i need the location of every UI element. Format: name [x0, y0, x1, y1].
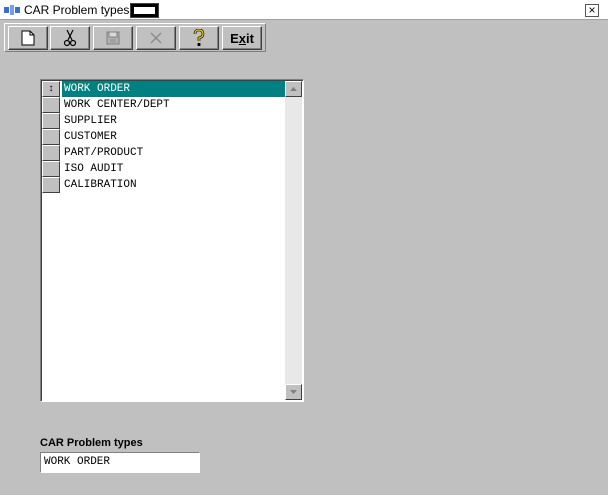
- row-selector[interactable]: [42, 161, 60, 177]
- row-selector[interactable]: [42, 113, 60, 129]
- list-item-label[interactable]: WORK ORDER: [62, 81, 286, 97]
- row-selector[interactable]: [42, 129, 60, 145]
- floppy-disk-icon: [106, 31, 120, 45]
- x-mark-icon: [150, 32, 162, 44]
- exit-label-rest: it: [245, 30, 254, 46]
- arrow-up-icon: [290, 87, 297, 91]
- list-item-label[interactable]: SUPPLIER: [62, 113, 286, 129]
- list-item[interactable]: CUSTOMER: [42, 129, 286, 145]
- window-title: CAR Problem types: [24, 3, 130, 17]
- list-item[interactable]: WORK CENTER/DEPT: [42, 97, 286, 113]
- close-button[interactable]: ×: [585, 4, 599, 17]
- list-item-label[interactable]: PART/PRODUCT: [62, 145, 286, 161]
- exit-label-mnemonic: x: [238, 30, 246, 46]
- help-button[interactable]: [179, 26, 219, 50]
- list-item[interactable]: CALIBRATION: [42, 177, 286, 193]
- problem-types-list[interactable]: ↕ WORK ORDER WORK CENTER/DEPT SUPPLIER C…: [40, 79, 304, 402]
- new-document-icon: [21, 30, 35, 46]
- toolbar: Exit: [4, 23, 266, 52]
- problem-type-label: CAR Problem types: [40, 437, 143, 449]
- list-item[interactable]: ISO AUDIT: [42, 161, 286, 177]
- new-button[interactable]: [8, 26, 48, 50]
- vertical-scrollbar[interactable]: [285, 81, 302, 400]
- scissors-icon: [63, 29, 77, 47]
- question-mark-icon: [193, 29, 205, 46]
- window-title-bar: CAR Problem types ×: [0, 0, 608, 20]
- problem-type-field[interactable]: WORK ORDER: [40, 452, 200, 473]
- cut-button[interactable]: [50, 26, 90, 50]
- row-selector[interactable]: [42, 97, 60, 113]
- exit-label-e: E: [230, 30, 239, 46]
- title-indicator-box: [130, 3, 159, 18]
- arrow-down-icon: [290, 390, 297, 394]
- scroll-up-button[interactable]: [285, 81, 302, 97]
- list-item[interactable]: SUPPLIER: [42, 113, 286, 129]
- list-item-label[interactable]: WORK CENTER/DEPT: [62, 97, 286, 113]
- delete-button[interactable]: [136, 26, 176, 50]
- exit-button[interactable]: Exit: [222, 26, 262, 50]
- app-icon: [4, 5, 20, 15]
- list-item[interactable]: ↕ WORK ORDER: [42, 81, 286, 97]
- save-button[interactable]: [93, 26, 133, 50]
- up-down-arrow-icon: ↕: [48, 83, 54, 94]
- list-item-label[interactable]: CUSTOMER: [62, 129, 286, 145]
- list-item[interactable]: PART/PRODUCT: [42, 145, 286, 161]
- list-item-label[interactable]: ISO AUDIT: [62, 161, 286, 177]
- row-selector[interactable]: [42, 177, 60, 193]
- row-selector[interactable]: [42, 145, 60, 161]
- list-item-label[interactable]: CALIBRATION: [62, 177, 286, 193]
- row-selector-current[interactable]: ↕: [42, 81, 60, 97]
- scroll-down-button[interactable]: [285, 384, 302, 400]
